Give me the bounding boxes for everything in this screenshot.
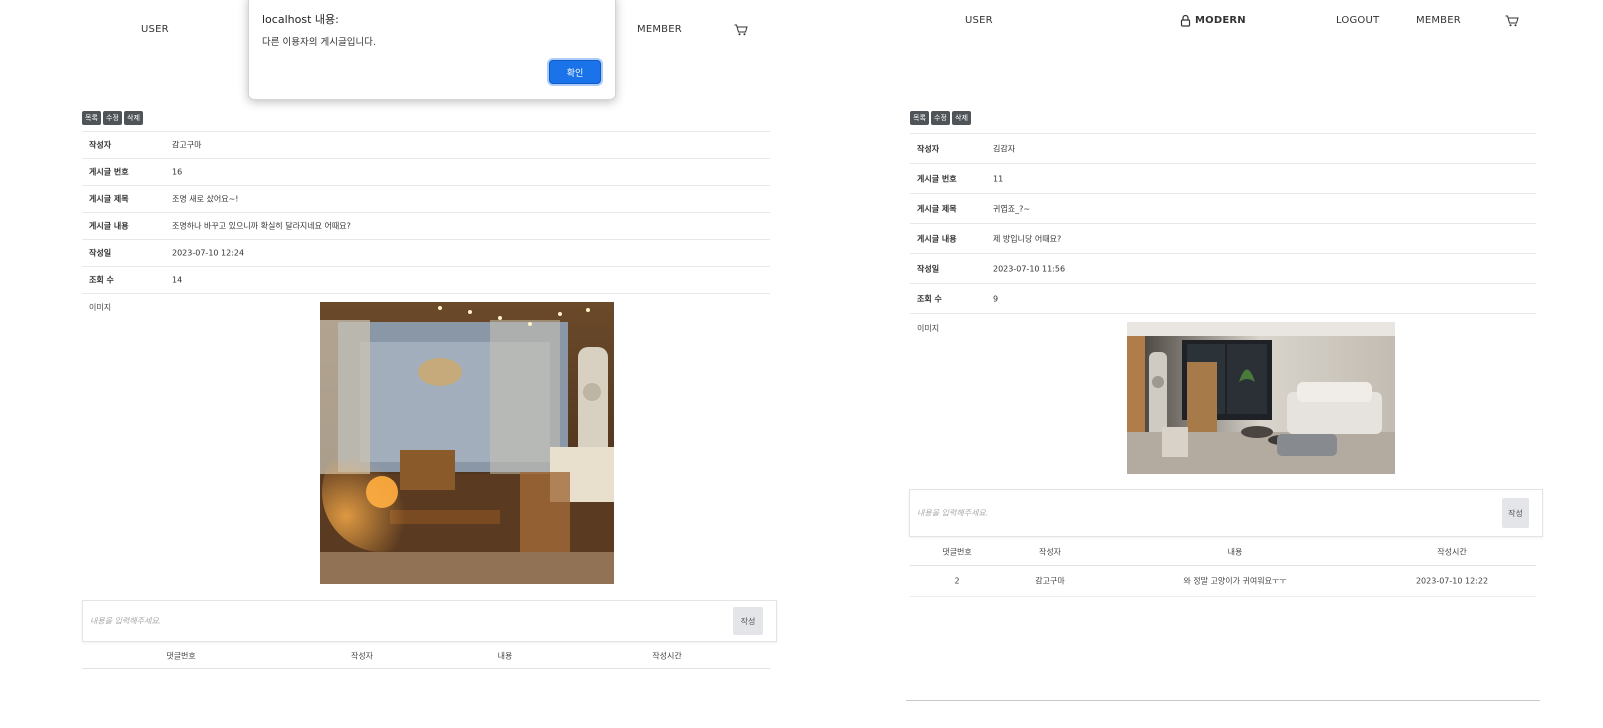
- comment-form: 작성: [82, 600, 777, 642]
- column-header: 댓글번호: [166, 651, 196, 660]
- detail-value: 11: [993, 174, 1004, 183]
- edit-button[interactable]: 수정: [103, 111, 122, 125]
- detail-row-author: 작성자 김감자: [910, 134, 1536, 164]
- detail-row-title: 게시글 제목 귀엽죠_?~: [910, 194, 1536, 224]
- comment-form: 작성: [909, 489, 1543, 537]
- column-header: 댓글번호: [942, 547, 972, 556]
- detail-value: 2023-07-10 11:56: [993, 264, 1066, 273]
- brand-logo[interactable]: MODERN: [1180, 14, 1246, 27]
- detail-value: 김감자: [993, 144, 1016, 153]
- detail-row-post-number: 게시글 번호 16: [82, 159, 770, 186]
- detail-label: 게시글 번호: [917, 174, 957, 183]
- action-buttons: 목록 수정 삭제: [910, 111, 971, 125]
- detail-label: 게시글 번호: [89, 167, 129, 177]
- detail-label: 작성자: [89, 140, 112, 150]
- dialog-ok-button[interactable]: 확인: [549, 60, 601, 84]
- footer-divider: [906, 700, 1540, 701]
- nav-user[interactable]: USER: [141, 24, 169, 35]
- post-detail-table: 작성자 감고구마 게시글 번호 16 게시글 제목 조명 새로 샀어요~! 게시…: [82, 131, 770, 294]
- dialog-message: 다른 이용자의 게시글입니다.: [262, 37, 376, 48]
- detail-value: 14: [172, 275, 183, 285]
- comment-time: 2023-07-10 12:22: [1415, 576, 1489, 586]
- comment-submit-button[interactable]: 작성: [733, 607, 763, 635]
- detail-value: 9: [993, 294, 999, 303]
- post-detail-table: 작성자 김감자 게시글 번호 11 게시글 제목 귀엽죠_?~ 게시글 내용 제…: [910, 133, 1536, 314]
- detail-value: 제 방입니당 어때요?: [993, 234, 1062, 243]
- column-header: 작성자: [1038, 547, 1062, 556]
- comment-input[interactable]: [88, 615, 578, 627]
- detail-label: 게시글 제목: [917, 204, 957, 213]
- cart-icon[interactable]: [734, 24, 748, 36]
- detail-row-views: 조회 수 9: [910, 284, 1536, 314]
- comment-input[interactable]: [915, 507, 1362, 519]
- detail-value: 16: [172, 167, 183, 177]
- image-label: 이미지: [89, 303, 112, 312]
- lock-icon: [1180, 14, 1191, 27]
- left-page: USER MEMBER 목록 수정 삭제 작성자 감고구마 게시글 번호 16 …: [0, 0, 800, 728]
- nav-member[interactable]: MEMBER: [637, 24, 682, 35]
- detail-label: 게시글 내용: [917, 234, 957, 243]
- comments-table-header: 댓글번호 작성자 내용 작성시간: [910, 538, 1536, 566]
- column-header: 작성시간: [652, 651, 682, 660]
- detail-value: 2023-07-10 12:24: [172, 248, 245, 258]
- cart-icon[interactable]: [1505, 15, 1519, 27]
- brand-name: MODERN: [1195, 15, 1246, 26]
- detail-row-content: 게시글 내용 제 방입니당 어때요?: [910, 224, 1536, 254]
- comment-number: 2: [954, 576, 960, 586]
- comment-submit-button[interactable]: 작성: [1502, 498, 1529, 528]
- detail-label: 작성자: [917, 144, 940, 153]
- comment-author: 감고구마: [1035, 576, 1065, 586]
- detail-value: 귀엽죠_?~: [993, 204, 1031, 213]
- nav-member[interactable]: MEMBER: [1416, 15, 1461, 26]
- detail-label: 조회 수: [917, 294, 942, 303]
- right-page: USER MODERN LOGOUT MEMBER 목록 수정 삭제 작성자 김…: [800, 0, 1603, 728]
- column-header: 내용: [1227, 547, 1243, 556]
- image-label: 이미지: [917, 324, 940, 333]
- list-button[interactable]: 목록: [910, 111, 929, 125]
- delete-button[interactable]: 삭제: [952, 111, 971, 125]
- nav-logout[interactable]: LOGOUT: [1336, 15, 1379, 26]
- detail-row-views: 조회 수 14: [82, 267, 770, 294]
- detail-row-title: 게시글 제목 조명 새로 샀어요~!: [82, 186, 770, 213]
- dialog-title: localhost 내용:: [262, 13, 339, 26]
- post-image: [320, 302, 614, 584]
- comments-table-header: 댓글번호 작성자 내용 작성시간: [82, 643, 770, 669]
- alert-dialog: localhost 내용: 다른 이용자의 게시글입니다. 확인: [248, 0, 616, 100]
- detail-value: 감고구마: [172, 140, 202, 150]
- detail-row-content: 게시글 내용 조명하나 바꾸고 있으니까 확실히 달라지네요 어때요?: [82, 213, 770, 240]
- column-header: 작성시간: [1437, 547, 1467, 556]
- detail-row-author: 작성자 감고구마: [82, 132, 770, 159]
- nav-user[interactable]: USER: [965, 15, 993, 26]
- detail-value: 조명하나 바꾸고 있으니까 확실히 달라지네요 어때요?: [172, 221, 351, 231]
- detail-label: 작성일: [917, 264, 940, 273]
- detail-label: 조회 수: [89, 275, 114, 285]
- detail-label: 작성일: [89, 248, 112, 258]
- comment-content: 와 정말 고양이가 귀여워요ㅜㅜ: [1183, 576, 1287, 586]
- detail-label: 게시글 제목: [89, 194, 129, 204]
- post-image: [1127, 322, 1395, 474]
- action-buttons: 목록 수정 삭제: [82, 111, 143, 125]
- list-button[interactable]: 목록: [82, 111, 101, 125]
- detail-row-date: 작성일 2023-07-10 11:56: [910, 254, 1536, 284]
- detail-row-post-number: 게시글 번호 11: [910, 164, 1536, 194]
- detail-row-date: 작성일 2023-07-10 12:24: [82, 240, 770, 267]
- detail-value: 조명 새로 샀어요~!: [172, 194, 239, 204]
- column-header: 내용: [497, 651, 513, 660]
- column-header: 작성자: [350, 651, 374, 660]
- table-row: 2 감고구마 와 정말 고양이가 귀여워요ㅜㅜ 2023-07-10 12:22: [910, 566, 1536, 597]
- detail-label: 게시글 내용: [89, 221, 129, 231]
- delete-button[interactable]: 삭제: [124, 111, 143, 125]
- edit-button[interactable]: 수정: [931, 111, 950, 125]
